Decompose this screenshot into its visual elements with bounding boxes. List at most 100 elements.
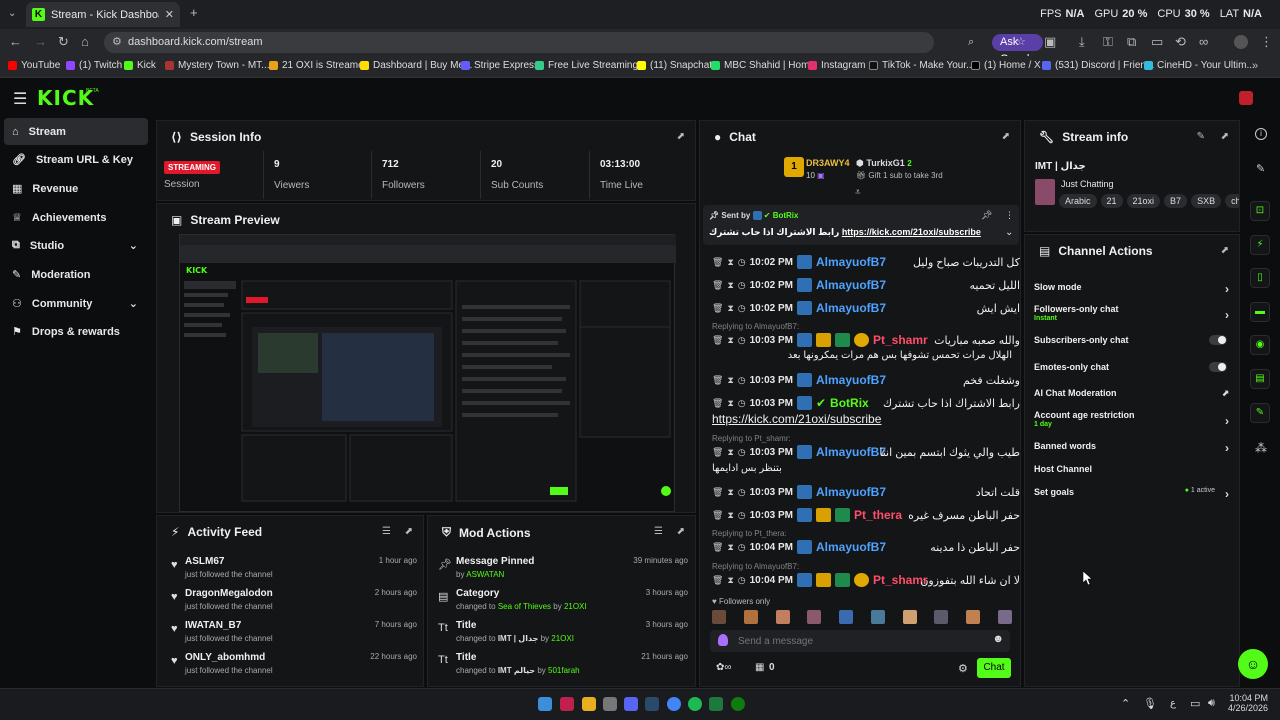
tray-mic-icon[interactable]: 🎙︎ <box>1143 697 1157 710</box>
emote-icon[interactable] <box>997 610 1012 624</box>
more-bookmarks-icon[interactable]: » <box>1252 59 1258 73</box>
bookmark-mystery-town[interactable]: Mystery Town - MT... <box>165 60 270 71</box>
emote-icon[interactable] <box>902 610 917 624</box>
bookmark-21oxi[interactable]: 21 OXI is Streamer <box>269 60 367 71</box>
chat-input[interactable] <box>738 633 978 649</box>
activity-username[interactable]: ASLM67 <box>185 556 224 567</box>
discord-icon[interactable] <box>624 697 638 711</box>
back-icon[interactable]: ← <box>9 35 22 49</box>
input-language[interactable]: ع <box>1170 698 1176 709</box>
bookmark-star-icon[interactable]: ☆ <box>1016 32 1026 53</box>
timeout-icon[interactable]: ⧗ <box>727 542 733 553</box>
popout-icon[interactable]: ⬈ <box>405 526 413 537</box>
app-icon[interactable] <box>603 697 617 711</box>
message-username[interactable]: AlmayuofB7 <box>816 301 886 315</box>
tray-overflow-icon[interactable]: ⌃ <box>1121 697 1130 710</box>
popout-icon[interactable]: ⬈ <box>677 526 685 537</box>
timeout-icon[interactable]: ⧗ <box>727 575 733 586</box>
activity-username[interactable]: ONLY_abomhmd <box>185 652 265 663</box>
action-banned-words[interactable]: Banned words › <box>1034 441 1229 455</box>
mic-icon[interactable] <box>718 634 728 646</box>
rail-bolt-icon[interactable]: ⚡ <box>1250 235 1270 255</box>
reload-icon[interactable]: ↻ <box>58 35 69 49</box>
bookmark-discord[interactable]: (531) Discord | Frien... <box>1042 60 1154 71</box>
message-username[interactable]: BotRix <box>830 396 869 410</box>
message-username[interactable]: AlmayuofB7 <box>816 485 886 499</box>
rail-wrench-icon[interactable]: ✎ <box>1250 403 1270 423</box>
bookmark-cinehd[interactable]: CineHD - Your Ultim... <box>1144 60 1255 71</box>
bookmark-instagram[interactable]: Instagram <box>808 60 865 71</box>
clock[interactable]: 10:04 PM 4/26/2026 <box>1224 693 1268 713</box>
action-ai-moderation[interactable]: AI Chat Moderation ⬈ <box>1034 388 1229 398</box>
message-username[interactable]: AlmayuofB7 <box>816 255 886 269</box>
site-info-icon[interactable]: ⚙ <box>112 32 122 53</box>
delete-icon[interactable]: 🗑︎ <box>712 542 723 553</box>
filter-icon[interactable]: ☰ <box>654 526 663 537</box>
sidebar-item-studio[interactable]: ⧉ Studio ⌄ <box>4 232 148 259</box>
message-username[interactable]: AlmayuofB7 <box>816 445 886 459</box>
category-name[interactable]: Just Chatting <box>1061 179 1114 189</box>
menu-hamburger-icon[interactable]: ☰ <box>13 89 27 109</box>
message-username[interactable]: AlmayuofB7 <box>816 373 886 387</box>
translate-icon[interactable]: ⧉ <box>1127 35 1136 49</box>
rail-chat-icon[interactable]: ▬ <box>1250 302 1270 322</box>
sidebar-item-stream[interactable]: ⌂ Stream <box>4 118 148 145</box>
user-avatar[interactable] <box>1239 91 1253 105</box>
timeout-icon[interactable]: ⧗ <box>727 447 733 458</box>
tab-list-chevron-icon[interactable]: ⌄ <box>8 7 16 21</box>
bookmark-youtube[interactable]: YouTube <box>8 60 60 71</box>
steam-icon[interactable] <box>645 697 659 711</box>
pinned-link[interactable]: https://kick.com/21oxi/subscribe <box>842 227 981 237</box>
delete-icon[interactable]: 🗑︎ <box>712 575 723 586</box>
passwords-icon[interactable]: ⚿ <box>1103 35 1113 49</box>
browser-menu-icon[interactable]: ⋮ <box>1260 35 1273 49</box>
timeout-icon[interactable]: ⧗ <box>727 257 733 268</box>
filter-icon[interactable]: ☰ <box>382 526 391 537</box>
bookmark-shahid[interactable]: MBC Shahid | Home <box>711 60 815 71</box>
rail-camera-icon[interactable]: ⊡ <box>1250 201 1270 221</box>
app-icon[interactable] <box>560 697 574 711</box>
start-icon[interactable] <box>538 697 552 711</box>
rail-document-icon[interactable]: ▯ <box>1250 268 1270 288</box>
delete-icon[interactable]: 🗑︎ <box>712 487 723 498</box>
link-icon[interactable]: ∞ <box>1199 35 1208 49</box>
support-button[interactable]: ☺ <box>1238 649 1268 679</box>
message-username[interactable]: Pt_thera <box>854 508 902 522</box>
popout-icon[interactable]: ⬈ <box>1221 131 1229 142</box>
payment-icon[interactable]: ▭ <box>1151 35 1163 49</box>
delete-icon[interactable]: 🗑︎ <box>712 257 723 268</box>
info-icon[interactable]: i <box>1255 128 1267 140</box>
edit-layout-icon[interactable]: ✎ <box>1256 162 1265 175</box>
delete-icon[interactable]: 🗑︎ <box>712 280 723 291</box>
gift-icon[interactable]: ▦ <box>755 662 764 673</box>
bookmark-free-live[interactable]: Free Live Streaming... <box>535 60 646 71</box>
profile-avatar[interactable] <box>1234 35 1248 49</box>
network-icon[interactable]: ▭ <box>1190 697 1200 710</box>
chat-settings-icon[interactable]: ⚙ <box>958 662 968 675</box>
home-icon[interactable]: ⌂ <box>81 35 89 49</box>
sidebar-item-drops-rewards[interactable]: ⚑ Drops & rewards <box>4 318 148 345</box>
popout-icon[interactable]: ⬈ <box>1221 245 1229 256</box>
bookmark-tiktok[interactable]: TikTok - Make Your... <box>869 60 974 71</box>
bookmark-x[interactable]: (1) Home / X <box>971 60 1041 71</box>
delete-icon[interactable]: 🗑︎ <box>712 398 723 409</box>
sidebar-item-moderation[interactable]: ✎ Moderation <box>4 261 148 288</box>
emote-icon[interactable] <box>839 610 854 624</box>
xbox-icon[interactable] <box>731 697 745 711</box>
emote-icon[interactable] <box>966 610 981 624</box>
delete-icon[interactable]: 🗑︎ <box>712 510 723 521</box>
chat-input-box[interactable]: ☻ <box>710 630 1010 652</box>
emote-icon[interactable] <box>712 610 726 624</box>
pinned-user[interactable]: BotRix <box>773 211 799 220</box>
rail-apps-icon[interactable]: ⁂ <box>1255 441 1267 455</box>
timeout-icon[interactable]: ⧗ <box>727 487 733 498</box>
address-bar[interactable]: ⚙ dashboard.kick.com/stream Ask Google ⌕… <box>104 32 1044 65</box>
zoom-icon[interactable]: ⌕ <box>968 32 974 53</box>
tab-close-icon[interactable]: ✕ <box>165 8 174 21</box>
history-icon[interactable]: ⟲ <box>1175 35 1186 49</box>
emote-icon[interactable] <box>934 610 949 624</box>
tab-kick-dashboard[interactable]: K Stream - Kick Dashboard ✕ <box>26 2 180 27</box>
popout-icon[interactable]: ⬈ <box>1002 131 1010 142</box>
activity-username[interactable]: DragonMegalodon <box>185 588 273 599</box>
emotes-only-toggle[interactable] <box>1209 362 1227 372</box>
